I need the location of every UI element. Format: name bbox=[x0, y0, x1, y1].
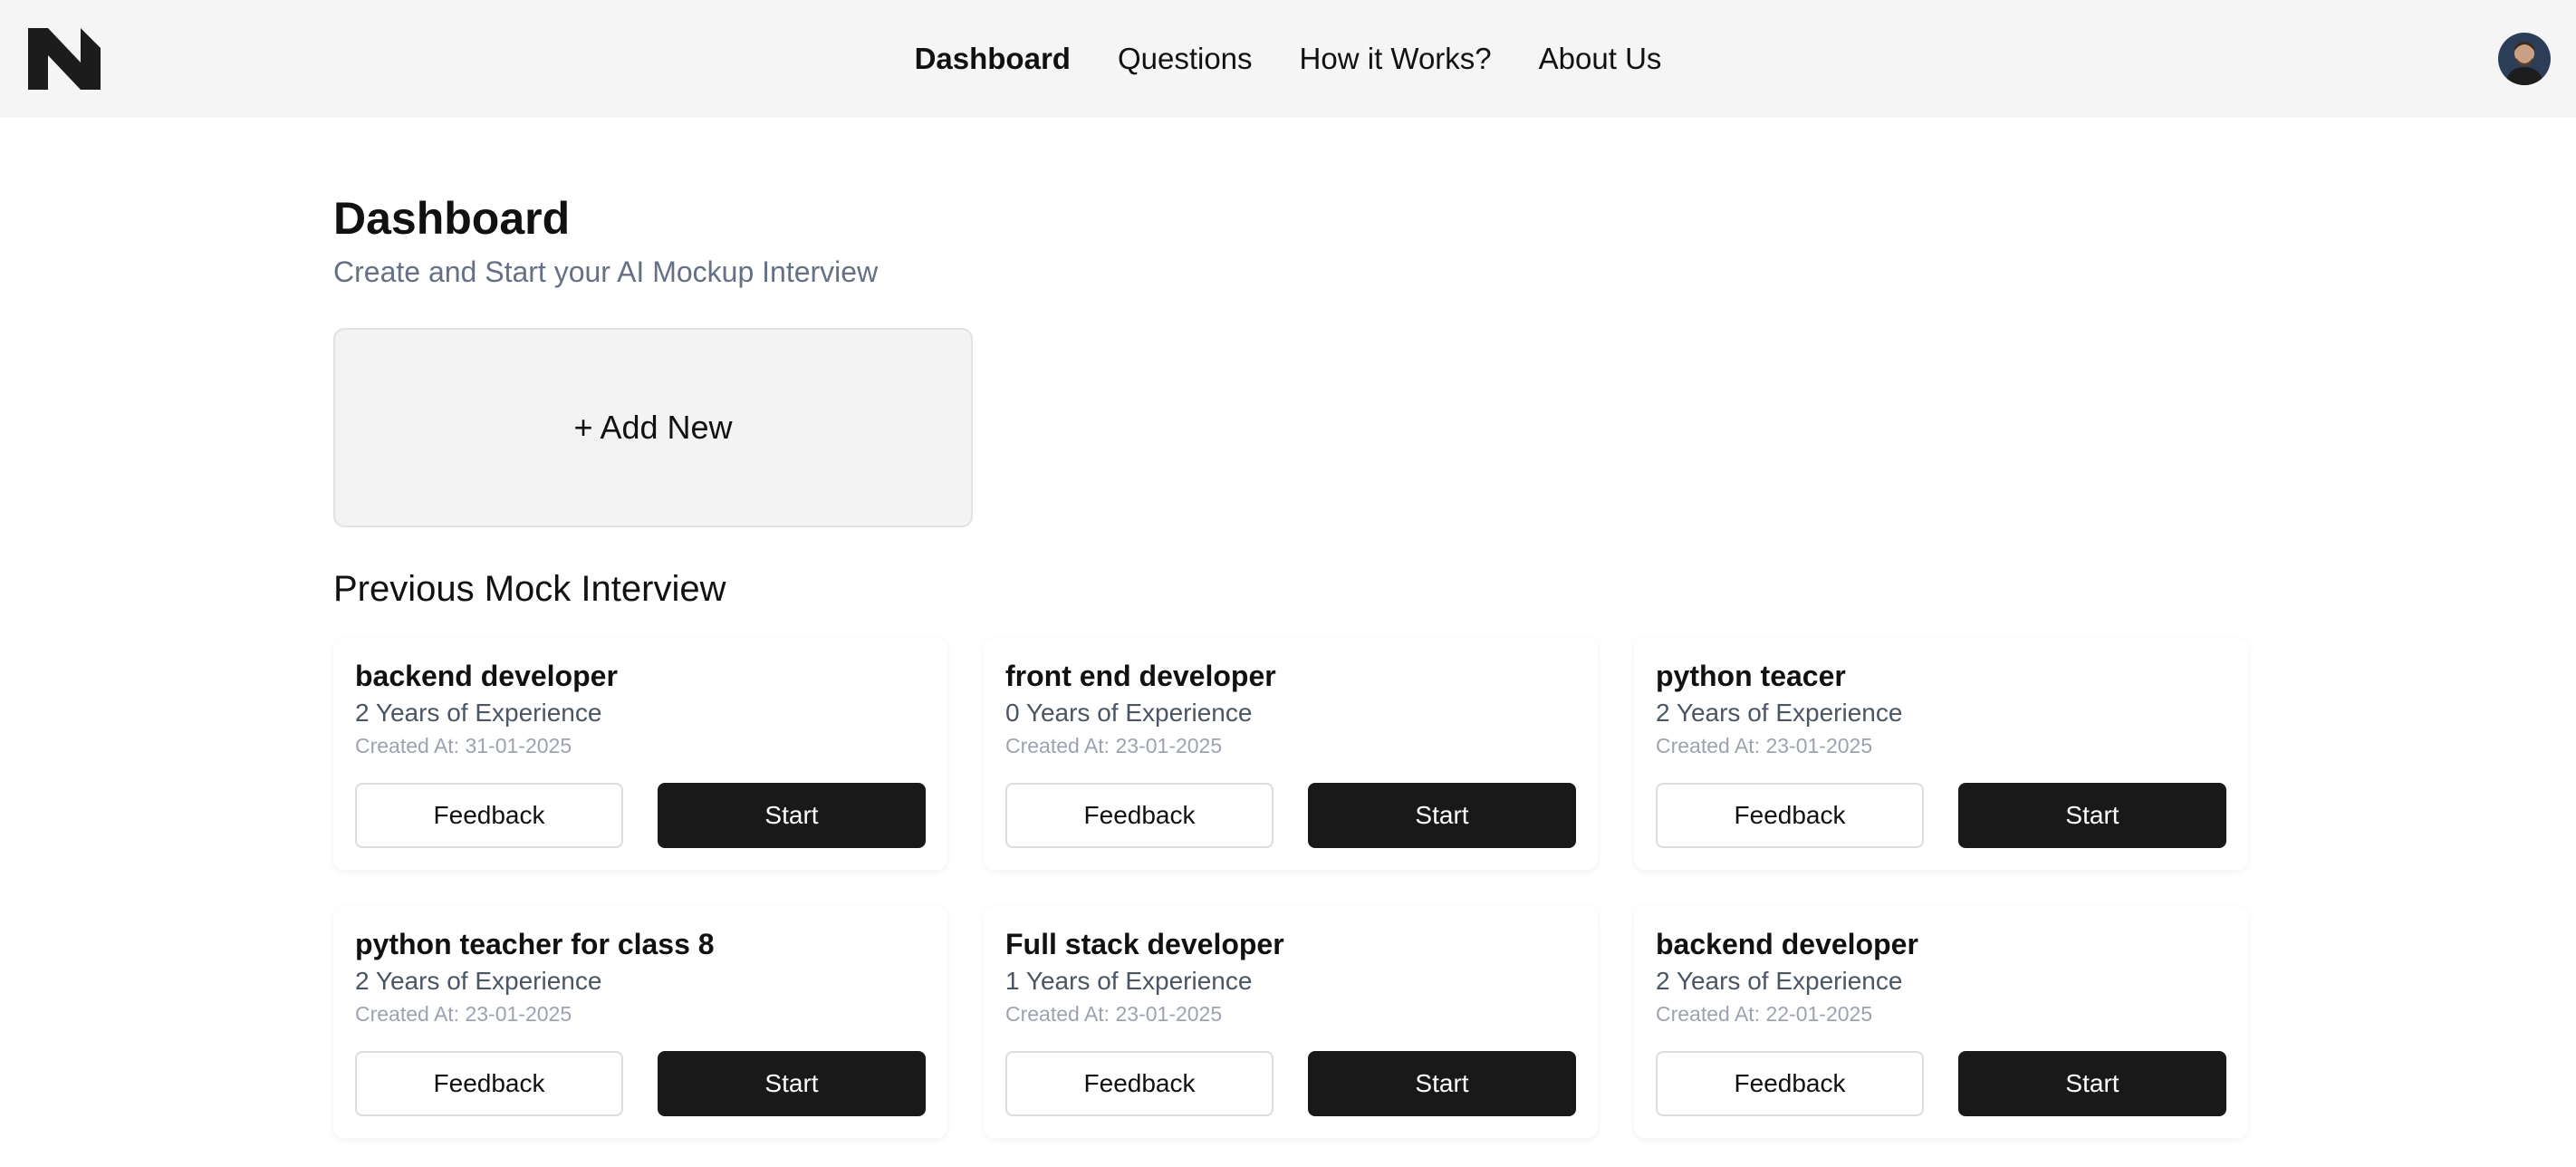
interview-card: python teacer 2 Years of Experience Crea… bbox=[1634, 638, 2248, 870]
interview-title: python teacher for class 8 bbox=[355, 928, 715, 960]
card-actions: Feedback Start bbox=[355, 783, 926, 848]
nav-dashboard[interactable]: Dashboard bbox=[913, 42, 1072, 76]
card-actions: Feedback Start bbox=[1656, 1051, 2226, 1116]
feedback-button[interactable]: Feedback bbox=[1656, 1051, 1924, 1116]
interview-card: backend developer 2 Years of Experience … bbox=[1634, 906, 2248, 1138]
interview-created-date: Created At: 23-01-2025 bbox=[1005, 1002, 1223, 1026]
feedback-button[interactable]: Feedback bbox=[1005, 1051, 1274, 1116]
interview-card: Full stack developer 1 Years of Experien… bbox=[984, 906, 1598, 1138]
top-navbar: Dashboard Questions How it Works? About … bbox=[0, 0, 2576, 118]
interview-created-date: Created At: 23-01-2025 bbox=[355, 1002, 572, 1026]
interview-card: python teacher for class 8 2 Years of Ex… bbox=[333, 906, 947, 1138]
interview-created-date: Created At: 23-01-2025 bbox=[1005, 734, 1223, 757]
dashboard-main: Dashboard Create and Start your AI Mocku… bbox=[333, 192, 2254, 1138]
interview-card: backend developer 2 Years of Experience … bbox=[333, 638, 947, 870]
interview-created-date: Created At: 31-01-2025 bbox=[355, 734, 572, 757]
feedback-button[interactable]: Feedback bbox=[355, 1051, 623, 1116]
interview-title: python teacer bbox=[1656, 660, 1846, 692]
interview-title: front end developer bbox=[1005, 660, 1276, 692]
interview-created-date: Created At: 22-01-2025 bbox=[1656, 1002, 1873, 1026]
start-button[interactable]: Start bbox=[658, 1051, 926, 1116]
nav-how-it-works[interactable]: How it Works? bbox=[1298, 42, 1494, 76]
feedback-button[interactable]: Feedback bbox=[1656, 783, 1924, 848]
card-actions: Feedback Start bbox=[1005, 783, 1576, 848]
user-avatar[interactable] bbox=[2498, 33, 2551, 85]
interview-experience: 2 Years of Experience bbox=[1656, 699, 1903, 727]
avatar-image-icon bbox=[2498, 33, 2551, 85]
page-title: Dashboard bbox=[333, 193, 571, 244]
feedback-button[interactable]: Feedback bbox=[1005, 783, 1274, 848]
start-button[interactable]: Start bbox=[658, 783, 926, 848]
page-subtitle: Create and Start your AI Mockup Intervie… bbox=[333, 256, 879, 288]
interview-list: backend developer 2 Years of Experience … bbox=[333, 638, 2254, 1138]
interview-experience: 1 Years of Experience bbox=[1005, 967, 1253, 995]
start-button[interactable]: Start bbox=[1958, 1051, 2226, 1116]
start-button[interactable]: Start bbox=[1308, 1051, 1576, 1116]
add-new-label: + Add New bbox=[573, 409, 733, 446]
feedback-button[interactable]: Feedback bbox=[355, 783, 623, 848]
card-actions: Feedback Start bbox=[355, 1051, 926, 1116]
interview-experience: 2 Years of Experience bbox=[355, 967, 602, 995]
interview-title: backend developer bbox=[355, 660, 618, 692]
interview-card: front end developer 0 Years of Experienc… bbox=[984, 638, 1598, 870]
interview-title: Full stack developer bbox=[1005, 928, 1284, 960]
card-actions: Feedback Start bbox=[1005, 1051, 1576, 1116]
interview-title: backend developer bbox=[1656, 928, 1918, 960]
interview-experience: 2 Years of Experience bbox=[1656, 967, 1903, 995]
previous-interviews-heading: Previous Mock Interview bbox=[333, 569, 726, 609]
nav-questions[interactable]: Questions bbox=[1116, 42, 1254, 76]
start-button[interactable]: Start bbox=[1308, 783, 1576, 848]
add-new-interview-card[interactable]: + Add New bbox=[333, 328, 973, 527]
interview-experience: 2 Years of Experience bbox=[355, 699, 602, 727]
nav-about-us[interactable]: About Us bbox=[1537, 42, 1664, 76]
card-actions: Feedback Start bbox=[1656, 783, 2226, 848]
interview-created-date: Created At: 23-01-2025 bbox=[1656, 734, 1873, 757]
interview-experience: 0 Years of Experience bbox=[1005, 699, 1253, 727]
main-nav: Dashboard Questions How it Works? About … bbox=[0, 0, 2576, 118]
start-button[interactable]: Start bbox=[1958, 783, 2226, 848]
